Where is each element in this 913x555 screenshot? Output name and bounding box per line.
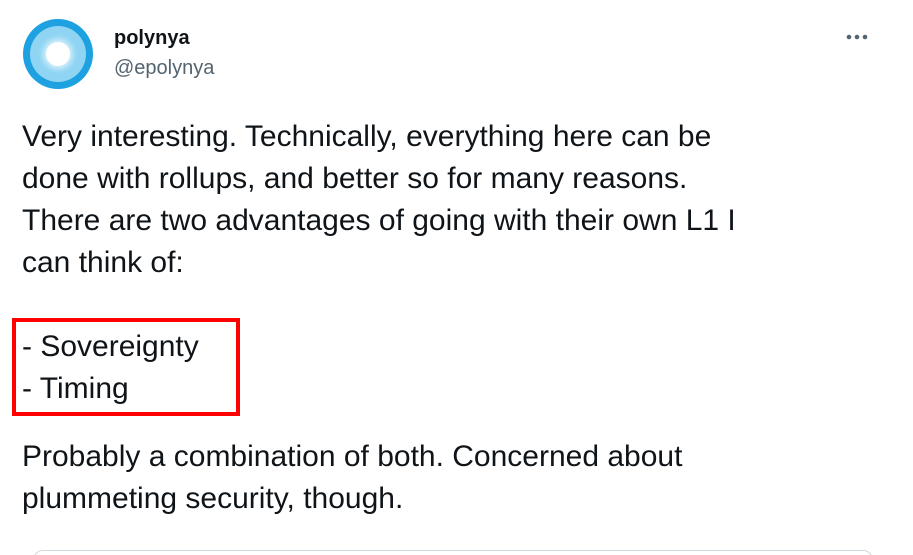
author-handle[interactable]: @epolynya [114,57,214,80]
avatar[interactable] [23,19,93,89]
tweet-paragraph: Very interesting. Technically, everythin… [22,120,736,279]
highlight-box [12,318,240,416]
more-options-icon [846,34,868,40]
author-display-name[interactable]: polynya [114,27,190,50]
more-options-button[interactable] [839,22,875,52]
avatar-center [46,42,70,66]
tweet-card: polynya @epolynya Very interesting. Tech… [0,0,913,555]
avatar-circle-icon [30,26,86,82]
link-card[interactable] [33,550,873,555]
tweet-paragraph: Probably a combination of both. Concerne… [22,440,683,515]
